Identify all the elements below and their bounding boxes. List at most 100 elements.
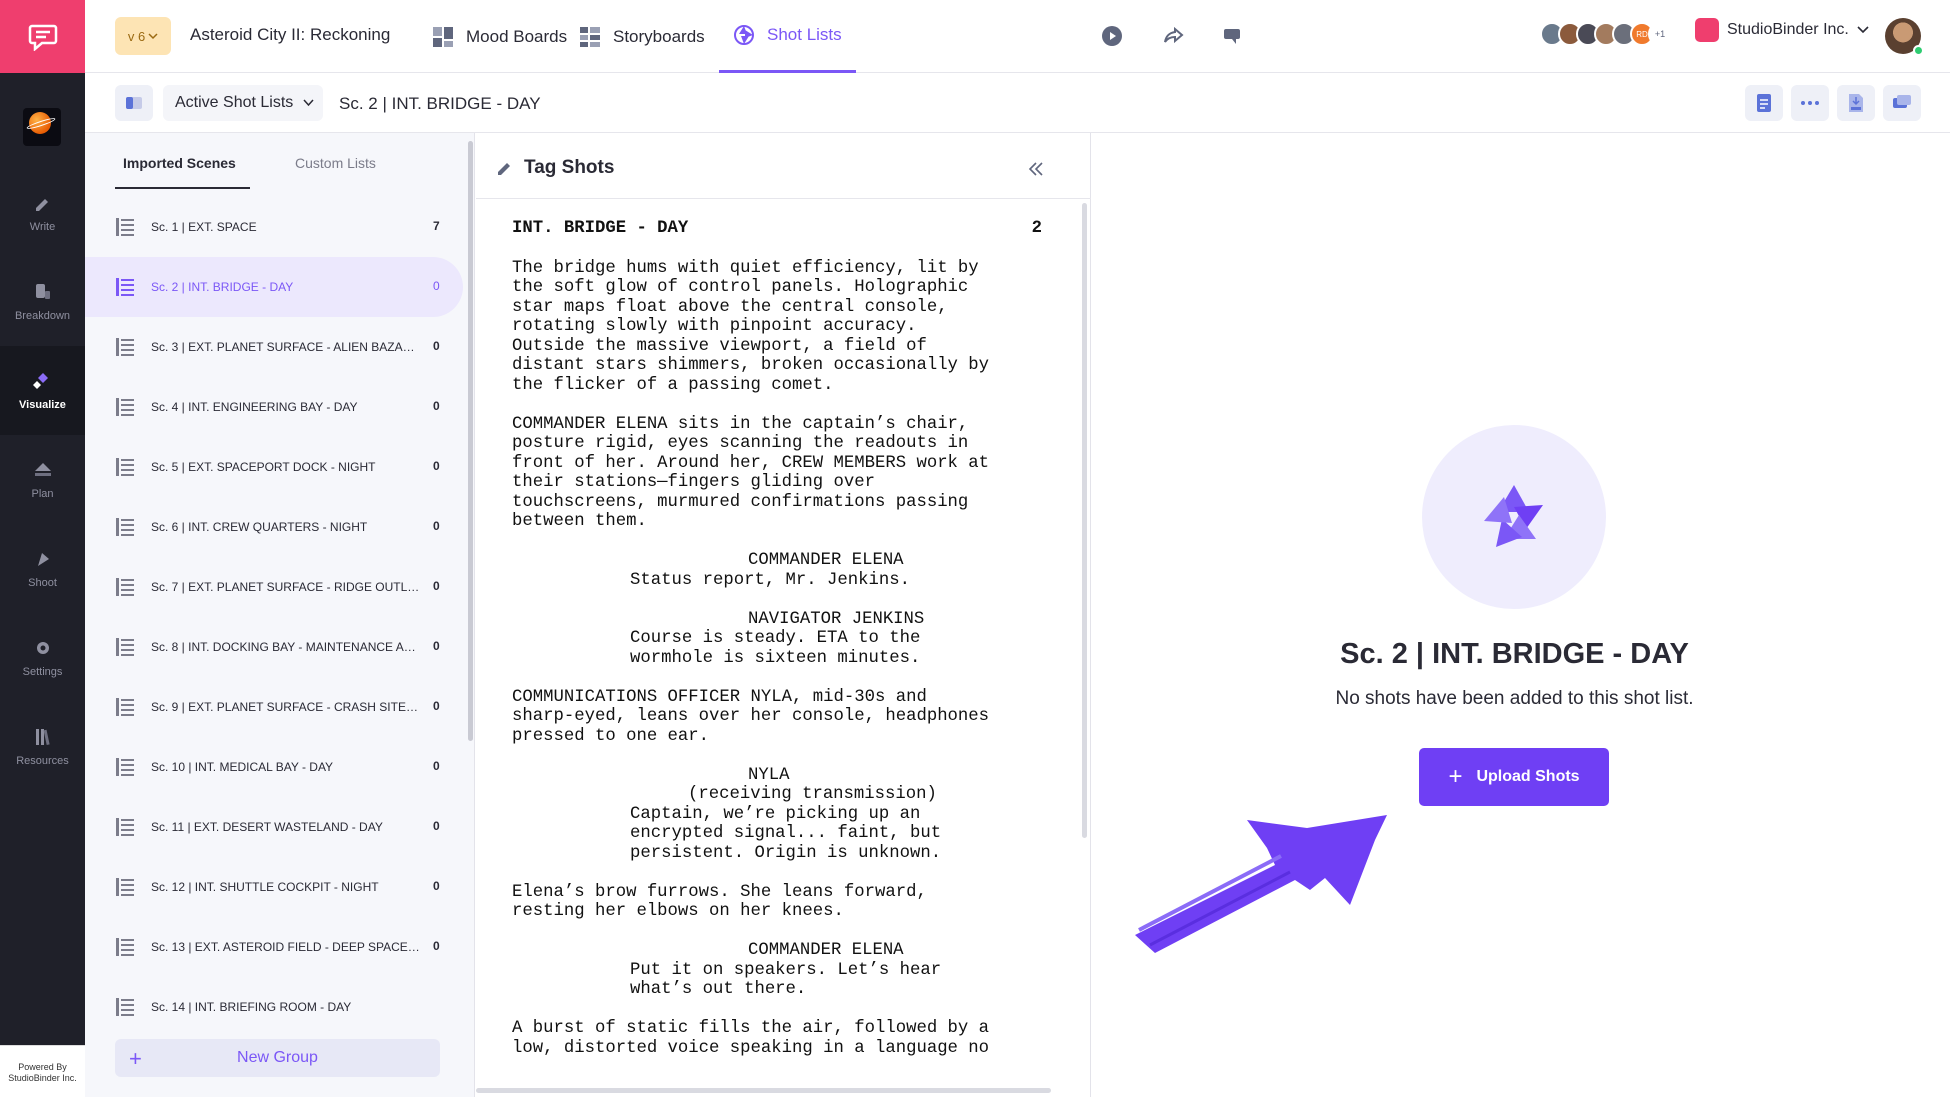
script-action[interactable]: COMMANDER ELENA sits in the captain’s ch…	[512, 415, 1042, 532]
script-dialogue[interactable]: Put it on speakers. Let’s hear what’s ou…	[512, 961, 972, 1000]
project-title[interactable]: Asteroid City II: Reckoning	[190, 25, 390, 45]
scene-row[interactable]: Sc. 5 | EXT. SPACEPORT DOCK - NIGHT 0	[85, 437, 470, 497]
scene-title: Sc. 10 | INT. MEDICAL BAY - DAY	[151, 760, 334, 774]
rail-label: Write	[29, 220, 56, 233]
script-parenthetical[interactable]: (receiving transmission)	[512, 785, 1042, 805]
script-scrollbar[interactable]	[1082, 203, 1087, 838]
export-pdf-button[interactable]	[1837, 85, 1875, 121]
avatar-more: +1	[1648, 22, 1672, 46]
script-character[interactable]: COMMANDER ELENA	[512, 941, 1042, 961]
comments-button[interactable]	[1219, 22, 1247, 50]
script-page[interactable]: INT. BRIDGE - DAY 2 The bridge hums with…	[512, 219, 1042, 1085]
toggle-panel-button[interactable]	[115, 85, 153, 121]
tab-custom-lists[interactable]: Custom Lists	[295, 155, 376, 187]
company-switcher[interactable]: StudioBinder Inc.	[1695, 18, 1869, 42]
script-dialogue[interactable]: Course is steady. ETA to the wormhole is…	[512, 629, 972, 668]
rail-write[interactable]: Write	[0, 168, 85, 257]
document-button[interactable]	[1745, 85, 1783, 121]
script-action[interactable]: COMMUNICATIONS OFFICER NYLA, mid-30s and…	[512, 688, 1042, 747]
studiobinder-logo[interactable]	[0, 0, 85, 73]
scene-row[interactable]: Sc. 14 | INT. BRIEFING ROOM - DAY	[85, 977, 470, 1023]
scene-list-icon	[116, 218, 134, 236]
rail-label: Shoot	[28, 576, 57, 589]
scene-row[interactable]: Sc. 12 | INT. SHUTTLE COCKPIT - NIGHT 0	[85, 857, 470, 917]
tab-mood-boards[interactable]: Mood Boards	[432, 0, 567, 73]
company-logo-icon	[1695, 18, 1719, 42]
shot-count: 0	[433, 699, 440, 713]
books-icon	[35, 728, 50, 745]
scene-row[interactable]: Sc. 10 | INT. MEDICAL BAY - DAY 0	[85, 737, 470, 797]
scene-row[interactable]: Sc. 2 | INT. BRIDGE - DAY 0	[85, 257, 463, 317]
powered-company: StudioBinder Inc.	[8, 1073, 77, 1083]
aperture-icon	[734, 25, 754, 45]
version-label: v 6	[127, 28, 146, 44]
scene-row[interactable]: Sc. 6 | INT. CREW QUARTERS - NIGHT 0	[85, 497, 470, 557]
scene-list-scrollbar[interactable]	[468, 141, 473, 741]
scene-row[interactable]: Sc. 9 | EXT. PLANET SURFACE - CRASH SITE…	[85, 677, 470, 737]
rail-label: Resources	[16, 754, 69, 767]
rail-settings[interactable]: Settings	[0, 613, 85, 702]
collapse-icon[interactable]	[1026, 159, 1046, 179]
rail-breakdown[interactable]: Breakdown	[0, 257, 85, 346]
new-group-button[interactable]: + New Group	[115, 1039, 440, 1077]
collaborator-avatars[interactable]: RD +1	[1540, 22, 1672, 46]
shot-count: 0	[433, 519, 440, 533]
script-dialogue[interactable]: Status report, Mr. Jenkins.	[512, 571, 972, 591]
script-dialogue[interactable]: Captain, we’re picking up an encrypted s…	[512, 805, 972, 864]
scene-row[interactable]: Sc. 7 | EXT. PLANET SURFACE - RIDGE OUTL…	[85, 557, 470, 617]
rail-resources[interactable]: Resources	[0, 702, 85, 791]
scene-row[interactable]: Sc. 13 | EXT. ASTEROID FIELD - DEEP SPAC…	[85, 917, 470, 977]
script-action[interactable]: Elena’s brow furrows. She leans forward,…	[512, 883, 1042, 922]
script-action[interactable]: A burst of static fills the air, followe…	[512, 1019, 1042, 1058]
scene-title: Sc. 6 | INT. CREW QUARTERS - NIGHT	[151, 520, 368, 534]
play-button[interactable]	[1098, 22, 1126, 50]
shot-count: 0	[433, 579, 440, 593]
shot-count: 0	[433, 399, 440, 413]
tab-storyboards[interactable]: Storyboards	[579, 0, 705, 73]
rail-shoot[interactable]: Shoot	[0, 524, 85, 613]
left-rail: Write Breakdown Visualize Plan Shoot Set…	[0, 0, 85, 1097]
script-character[interactable]: COMMANDER ELENA	[512, 551, 1042, 571]
scene-title: Sc. 2 | INT. BRIDGE - DAY	[339, 94, 541, 113]
scene-row[interactable]: Sc. 1 | EXT. SPACE 7	[85, 197, 470, 257]
scene-list-icon	[116, 878, 134, 896]
upload-shots-button[interactable]: + Upload Shots	[1419, 748, 1609, 806]
script-action[interactable]: The bridge hums with quiet efficiency, l…	[512, 259, 1042, 396]
version-dropdown[interactable]: v 6	[115, 17, 171, 55]
user-avatar[interactable]	[1885, 18, 1924, 56]
scene-list: Sc. 1 | EXT. SPACE 7 Sc. 2 | INT. BRIDGE -…	[85, 197, 470, 1023]
scene-list-icon	[116, 698, 134, 716]
scene-title: Sc. 1 | EXT. SPACE	[151, 220, 257, 234]
more-options-button[interactable]	[1791, 85, 1829, 121]
script-horizontal-scrollbar[interactable]	[476, 1088, 1051, 1093]
play-icon	[1102, 26, 1122, 46]
scene-row[interactable]: Sc. 11 | EXT. DESERT WASTELAND - DAY 0	[85, 797, 470, 857]
tab-shot-lists[interactable]: Shot Lists	[719, 0, 856, 73]
script-character[interactable]: NAVIGATOR JENKINS	[512, 610, 1042, 630]
shot-count: 0	[433, 819, 440, 833]
shot-list-select[interactable]: Active Shot Lists	[163, 85, 323, 121]
present-button[interactable]	[1883, 85, 1921, 121]
scene-heading[interactable]: INT. BRIDGE - DAY 2	[512, 219, 1042, 239]
scene-row[interactable]: Sc. 4 | INT. ENGINEERING BAY - DAY 0	[85, 377, 470, 437]
company-name: StudioBinder Inc.	[1727, 21, 1849, 38]
rail-plan[interactable]: Plan	[0, 435, 85, 524]
shot-count: 0	[433, 639, 440, 653]
share-button[interactable]	[1159, 22, 1187, 50]
tag-shots-panel: Tag Shots INT. BRIDGE - DAY 2 The bridge…	[476, 133, 1091, 1097]
scene-row[interactable]: Sc. 3 | EXT. PLANET SURFACE - ALIEN BAZA…	[85, 317, 470, 377]
tab-imported-scenes[interactable]: Imported Scenes	[115, 155, 250, 189]
rail-visualize[interactable]: Visualize	[0, 346, 85, 435]
scenes-panel: Imported Scenes Custom Lists Sc. 1 | EXT…	[85, 133, 475, 1097]
shot-count: 0	[433, 339, 440, 353]
online-status-dot	[1913, 45, 1924, 56]
script-character[interactable]: NYLA	[512, 766, 1042, 786]
panel-title: Tag Shots	[524, 157, 615, 178]
powered-line: Powered By	[18, 1062, 67, 1072]
powered-by: Powered By StudioBinder Inc.	[0, 1045, 85, 1097]
visualize-icon	[32, 372, 48, 389]
scene-title: Sc. 2 | INT. BRIDGE - DAY	[151, 280, 294, 294]
rail-label: Settings	[22, 665, 63, 678]
scene-row[interactable]: Sc. 8 | INT. DOCKING BAY - MAINTENANCE A…	[85, 617, 470, 677]
project-thumbnail[interactable]	[23, 108, 61, 146]
